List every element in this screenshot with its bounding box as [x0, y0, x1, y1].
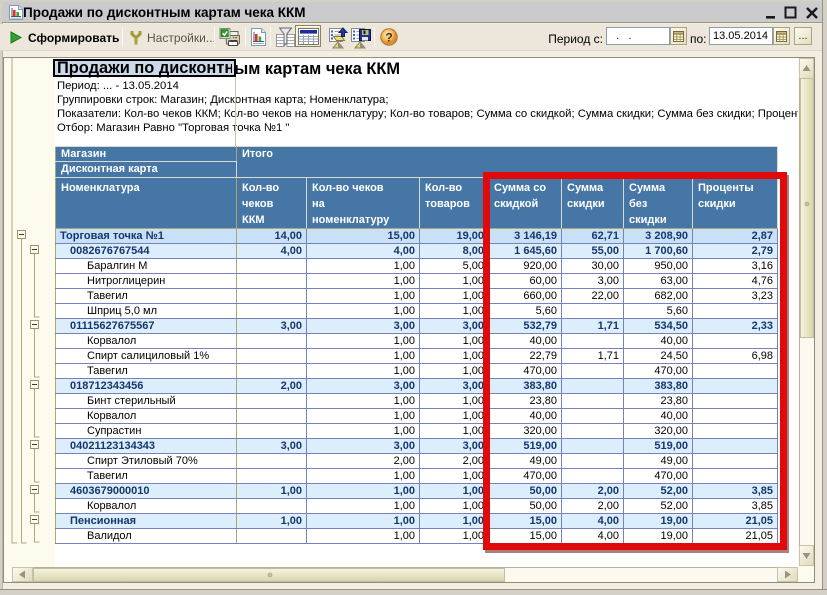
svg-text:?: ? — [385, 30, 392, 44]
